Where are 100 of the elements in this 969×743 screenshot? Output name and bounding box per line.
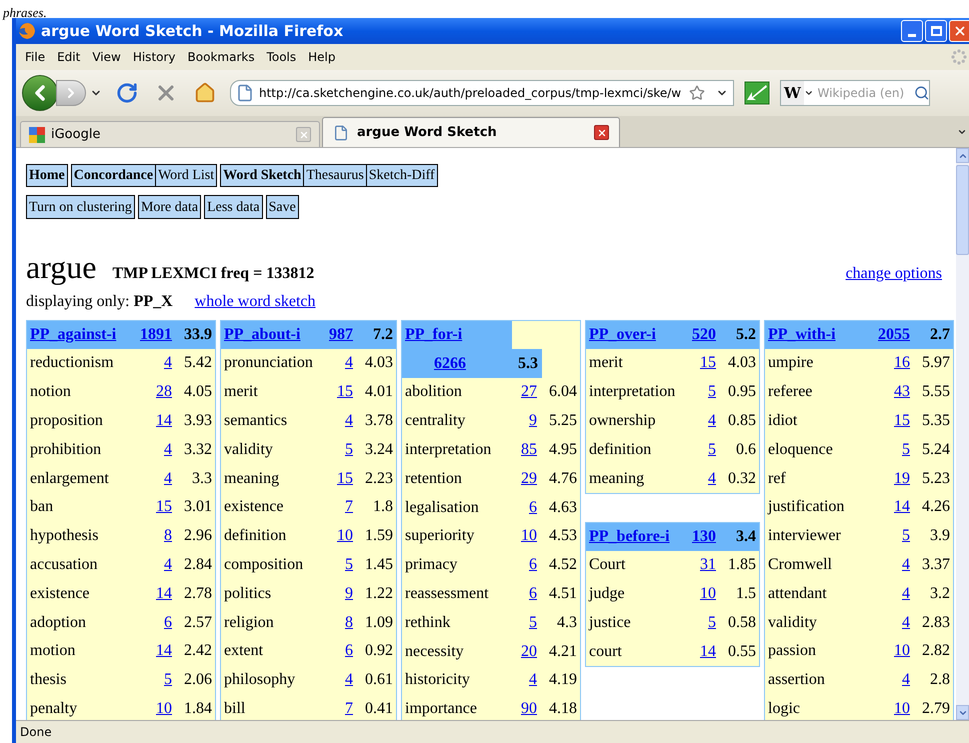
action-button[interactable]: More data: [138, 195, 202, 219]
count-link[interactable]: 4: [164, 466, 172, 491]
count-link[interactable]: 4: [164, 351, 172, 376]
action-button[interactable]: Save: [266, 195, 299, 219]
nav-button[interactable]: Home: [26, 164, 68, 187]
count-link[interactable]: 15: [337, 466, 353, 491]
count-link[interactable]: 31: [700, 553, 716, 578]
count-link[interactable]: 9: [529, 409, 537, 434]
search-bar[interactable]: W Wikipedia (en): [780, 80, 930, 106]
menu-item[interactable]: View: [86, 48, 127, 66]
count-link[interactable]: 15: [156, 495, 172, 520]
count-link[interactable]: 8: [164, 524, 172, 548]
home-icon[interactable]: [194, 82, 216, 104]
count-link[interactable]: 4: [164, 438, 172, 462]
browser-tab[interactable]: iGoogle: [20, 121, 320, 147]
search-icon[interactable]: [914, 85, 929, 101]
count-link[interactable]: 6: [529, 553, 537, 578]
count-link[interactable]: 6: [529, 496, 537, 520]
count-link[interactable]: 1891: [140, 323, 172, 347]
count-link[interactable]: 4: [902, 582, 910, 606]
count-link[interactable]: 987: [329, 323, 353, 347]
count-link[interactable]: 10: [894, 639, 910, 664]
count-link[interactable]: 8: [345, 610, 353, 635]
count-link[interactable]: 10: [337, 524, 353, 548]
relation-link[interactable]: PP_with-i: [768, 323, 874, 347]
count-link[interactable]: 520: [692, 323, 716, 347]
nav-button[interactable]: Word List: [156, 164, 218, 187]
reload-icon[interactable]: [116, 82, 138, 104]
address-field[interactable]: http://ca.sketchengine.co.uk/auth/preloaded_corpus/tmp-lexmci/ske/w: [230, 80, 734, 106]
count-link[interactable]: 85: [521, 438, 537, 462]
count-link[interactable]: 14: [156, 639, 172, 664]
count-link[interactable]: 6266: [434, 352, 518, 376]
count-link[interactable]: 29: [521, 466, 537, 491]
count-link[interactable]: 6: [529, 582, 537, 606]
nav-button[interactable]: Sketch-Diff: [366, 164, 438, 187]
count-link[interactable]: 7: [345, 696, 353, 720]
count-link[interactable]: 28: [156, 380, 172, 404]
count-link[interactable]: 14: [156, 408, 172, 433]
count-link[interactable]: 10: [700, 582, 716, 606]
count-link[interactable]: 4: [345, 668, 353, 692]
count-link[interactable]: 10: [894, 696, 910, 720]
menu-item[interactable]: History: [126, 48, 182, 66]
menu-item[interactable]: Bookmarks: [182, 48, 261, 66]
count-link[interactable]: 6: [345, 639, 353, 664]
whole-sketch-link[interactable]: whole word sketch: [194, 290, 316, 314]
count-link[interactable]: 16: [894, 351, 910, 376]
back-button[interactable]: [22, 75, 58, 111]
count-link[interactable]: 5: [345, 438, 353, 462]
count-link[interactable]: 5: [708, 438, 716, 462]
change-options-link[interactable]: change options: [846, 262, 942, 286]
tab-list-icon[interactable]: [957, 127, 967, 137]
count-link[interactable]: 4: [345, 351, 353, 376]
vertical-scrollbar[interactable]: [956, 148, 969, 720]
count-link[interactable]: 14: [894, 495, 910, 520]
relation-link[interactable]: PP_over-i: [589, 323, 688, 347]
scrollbar-thumb[interactable]: [956, 165, 969, 255]
count-link[interactable]: 4: [708, 408, 716, 433]
count-link[interactable]: 4: [529, 668, 537, 692]
action-button[interactable]: Less data: [204, 195, 263, 219]
count-link[interactable]: 7: [345, 495, 353, 520]
count-link[interactable]: 20: [521, 640, 537, 664]
menu-item[interactable]: File: [19, 48, 52, 66]
count-link[interactable]: 5: [529, 610, 537, 635]
count-link[interactable]: 10: [156, 696, 172, 720]
count-link[interactable]: 5: [345, 552, 353, 577]
count-link[interactable]: 9: [345, 582, 353, 606]
engine-dropdown-icon[interactable]: [804, 88, 814, 98]
maximize-button[interactable]: [925, 20, 947, 42]
count-link[interactable]: 15: [894, 408, 910, 433]
menu-item[interactable]: Help: [302, 48, 342, 66]
count-link[interactable]: 14: [700, 640, 716, 664]
count-link[interactable]: 15: [337, 380, 353, 404]
action-button[interactable]: Turn on clustering: [26, 195, 135, 219]
count-link[interactable]: 19: [894, 466, 910, 491]
nav-button[interactable]: Concordance: [70, 164, 156, 187]
browser-tab[interactable]: argue Word Sketch: [322, 117, 620, 147]
count-link[interactable]: 4: [902, 668, 910, 692]
count-link[interactable]: 4: [902, 610, 910, 635]
nav-button[interactable]: Thesaurus: [304, 164, 367, 187]
count-link[interactable]: 27: [521, 380, 537, 404]
menu-item[interactable]: Tools: [260, 48, 302, 66]
menu-item[interactable]: Edit: [51, 48, 86, 66]
count-link[interactable]: 5: [164, 668, 172, 692]
bookmark-star-icon[interactable]: [689, 85, 705, 101]
count-link[interactable]: 5: [708, 380, 716, 404]
count-link[interactable]: 4: [164, 552, 172, 577]
count-link[interactable]: 43: [894, 380, 910, 404]
count-link[interactable]: 90: [521, 697, 537, 720]
relation-link[interactable]: PP_against-i: [30, 323, 136, 347]
count-link[interactable]: 130: [692, 524, 716, 549]
count-link[interactable]: 4: [708, 466, 716, 491]
count-link[interactable]: 5: [708, 610, 716, 635]
count-link[interactable]: 4: [345, 408, 353, 433]
count-link[interactable]: 10: [521, 524, 537, 548]
count-link[interactable]: 4: [902, 552, 910, 577]
count-link[interactable]: 6: [164, 610, 172, 635]
relation-link[interactable]: PP_before-i: [589, 524, 688, 549]
count-link[interactable]: 2055: [878, 323, 910, 347]
count-link[interactable]: 14: [156, 582, 172, 606]
search-engine-button[interactable]: W: [781, 81, 804, 105]
